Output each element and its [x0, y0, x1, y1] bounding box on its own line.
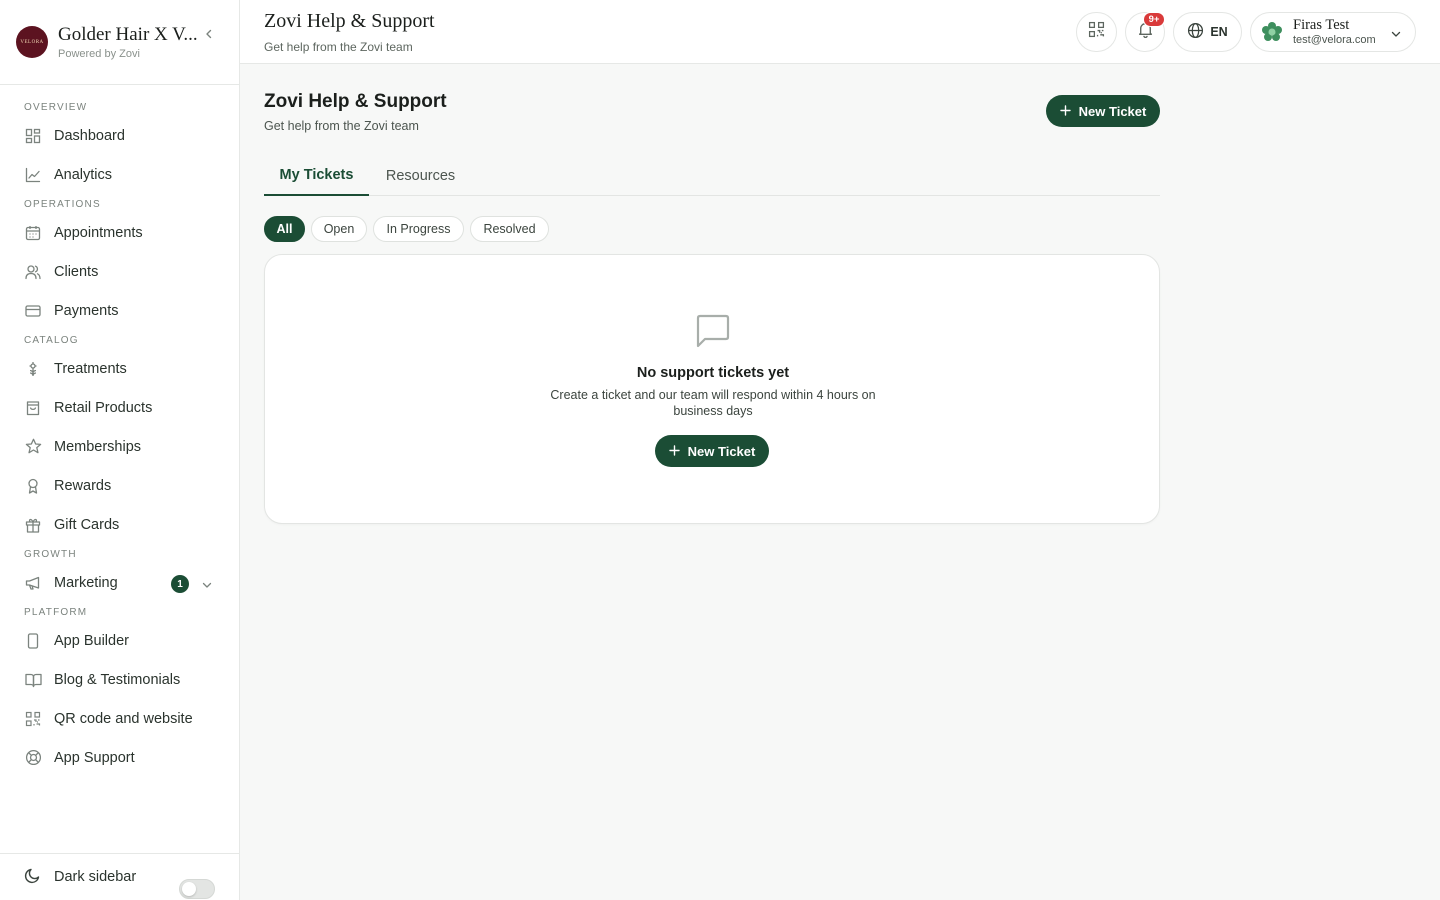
sidebar-item-label: Gift Cards: [54, 516, 120, 533]
filter-all[interactable]: All: [264, 216, 305, 242]
page-title: Zovi Help & Support: [264, 91, 447, 112]
new-ticket-button[interactable]: New Ticket: [1046, 95, 1160, 127]
topbar: Zovi Help & Support Get help from the Zo…: [240, 0, 1440, 64]
collapse-sidebar-chevron-left-icon[interactable]: [202, 27, 216, 41]
sidebar-item-label: App Builder: [54, 632, 129, 649]
toggle-knob: [182, 882, 196, 896]
sidebar-nav: OVERVIEW Dashboard Analytics OPERATIONS …: [0, 85, 239, 777]
chevron-down-icon[interactable]: [202, 577, 212, 595]
sidebar-item-label: Dashboard: [54, 127, 125, 144]
dark-sidebar-label: Dark sidebar: [54, 869, 137, 885]
sidebar-item-treatments[interactable]: Treatments: [0, 349, 239, 388]
calendar-icon: [24, 224, 42, 242]
sidebar-item-label: Blog & Testimonials: [54, 671, 181, 688]
sidebar-footer: Dark sidebar: [0, 853, 240, 900]
plus-icon: [668, 444, 680, 459]
sidebar-item-retail-products[interactable]: Retail Products: [0, 388, 239, 427]
tab-my-tickets[interactable]: My Tickets: [264, 155, 369, 196]
brand-subtitle: Powered by Zovi: [58, 48, 140, 60]
megaphone-icon: [24, 574, 42, 592]
sidebar-item-qr-code-website[interactable]: QR code and website: [0, 699, 239, 738]
empty-state-title: No support tickets yet: [636, 365, 790, 381]
header-title: Zovi Help & Support: [264, 10, 435, 32]
sidebar-item-label: Clients: [54, 263, 99, 280]
moon-icon: [24, 866, 42, 889]
brand-logo: VELORA: [16, 26, 48, 58]
tab-resources[interactable]: Resources: [369, 155, 472, 196]
qr-code-icon: [1088, 21, 1105, 43]
sidebar-item-appointments[interactable]: Appointments: [0, 213, 239, 252]
shopping-bag-icon: [24, 399, 42, 417]
globe-icon: [1187, 22, 1204, 42]
award-icon: [24, 477, 42, 495]
chevron-down-icon: [1391, 26, 1401, 44]
sidebar-item-app-support[interactable]: App Support: [0, 738, 239, 777]
sidebar-item-memberships[interactable]: Memberships: [0, 427, 239, 466]
header-subtitle: Get help from the Zovi team: [264, 40, 413, 54]
star-icon: [24, 438, 42, 456]
language-selector[interactable]: EN: [1173, 12, 1242, 52]
qr-code-icon: [24, 710, 42, 728]
sidebar-item-label: Marketing: [54, 574, 118, 591]
sidebar-item-label: App Support: [54, 749, 135, 766]
user-menu-button[interactable]: Firas Test test@velora.com: [1250, 12, 1416, 52]
sidebar-item-label: Analytics: [54, 166, 113, 183]
empty-state-new-ticket-button[interactable]: New Ticket: [655, 435, 769, 467]
plus-icon: [1059, 104, 1071, 119]
sidebar-item-payments[interactable]: Payments: [0, 291, 239, 330]
users-icon: [24, 263, 42, 281]
sidebar-item-label: QR code and website: [54, 710, 193, 727]
credit-card-icon: [24, 302, 42, 320]
sidebar-item-marketing[interactable]: Marketing 1: [0, 563, 239, 602]
brand-name: Golder Hair X V...: [58, 24, 198, 45]
section-label-platform: PLATFORM: [24, 607, 88, 618]
gift-icon: [24, 516, 42, 534]
flower-icon: [24, 360, 42, 378]
sidebar-item-label: Memberships: [54, 438, 142, 455]
section-label-overview: OVERVIEW: [24, 102, 88, 113]
filter-open[interactable]: Open: [311, 216, 367, 242]
language-code: EN: [1210, 25, 1228, 39]
line-chart-icon: [24, 166, 42, 184]
dark-sidebar-toggle[interactable]: [179, 879, 215, 899]
sidebar-item-blog-testimonials[interactable]: Blog & Testimonials: [0, 660, 239, 699]
sidebar-item-label: Appointments: [54, 224, 143, 241]
dashboard-grid-icon: [24, 127, 42, 145]
sidebar-item-rewards[interactable]: Rewards: [0, 466, 239, 505]
message-square-icon: [695, 313, 731, 354]
new-ticket-label: New Ticket: [687, 443, 756, 459]
sidebar-item-analytics[interactable]: Analytics: [0, 155, 239, 194]
sidebar-item-label: Retail Products: [54, 399, 153, 416]
empty-state-card: No support tickets yet Create a ticket a…: [264, 254, 1160, 524]
sidebar-item-label: Rewards: [54, 477, 112, 494]
sidebar-item-dashboard[interactable]: Dashboard: [0, 116, 239, 155]
sidebar-item-clients[interactable]: Clients: [0, 252, 239, 291]
section-label-catalog: CATALOG: [24, 335, 79, 346]
qr-code-button[interactable]: [1076, 12, 1117, 52]
user-email: test@velora.com: [1293, 34, 1376, 46]
section-label-operations: OPERATIONS: [24, 199, 101, 210]
brand-header: VELORA Golder Hair X V... Powered by Zov…: [0, 0, 239, 85]
life-buoy-icon: [24, 749, 42, 767]
sidebar-item-label: Treatments: [54, 360, 127, 377]
marketing-count-badge: 1: [171, 575, 189, 593]
user-name: Firas Test: [1293, 17, 1350, 33]
filter-resolved[interactable]: Resolved: [470, 216, 549, 242]
avatar: [1261, 21, 1283, 43]
notification-count-badge: 9+: [1143, 12, 1165, 27]
tabs: My Tickets Resources: [264, 155, 1160, 196]
section-label-growth: GROWTH: [24, 549, 77, 560]
sidebar-item-app-builder[interactable]: App Builder: [0, 621, 239, 660]
smartphone-icon: [24, 632, 42, 650]
page-subtitle: Get help from the Zovi team: [264, 119, 419, 133]
sidebar-item-gift-cards[interactable]: Gift Cards: [0, 505, 239, 544]
filter-in-progress[interactable]: In Progress: [373, 216, 464, 242]
sidebar: VELORA Golder Hair X V... Powered by Zov…: [0, 0, 240, 900]
empty-state-description: Create a ticket and our team will respon…: [550, 388, 876, 418]
open-book-icon: [24, 671, 42, 689]
sidebar-item-label: Payments: [54, 302, 119, 319]
new-ticket-label: New Ticket: [1078, 103, 1147, 119]
